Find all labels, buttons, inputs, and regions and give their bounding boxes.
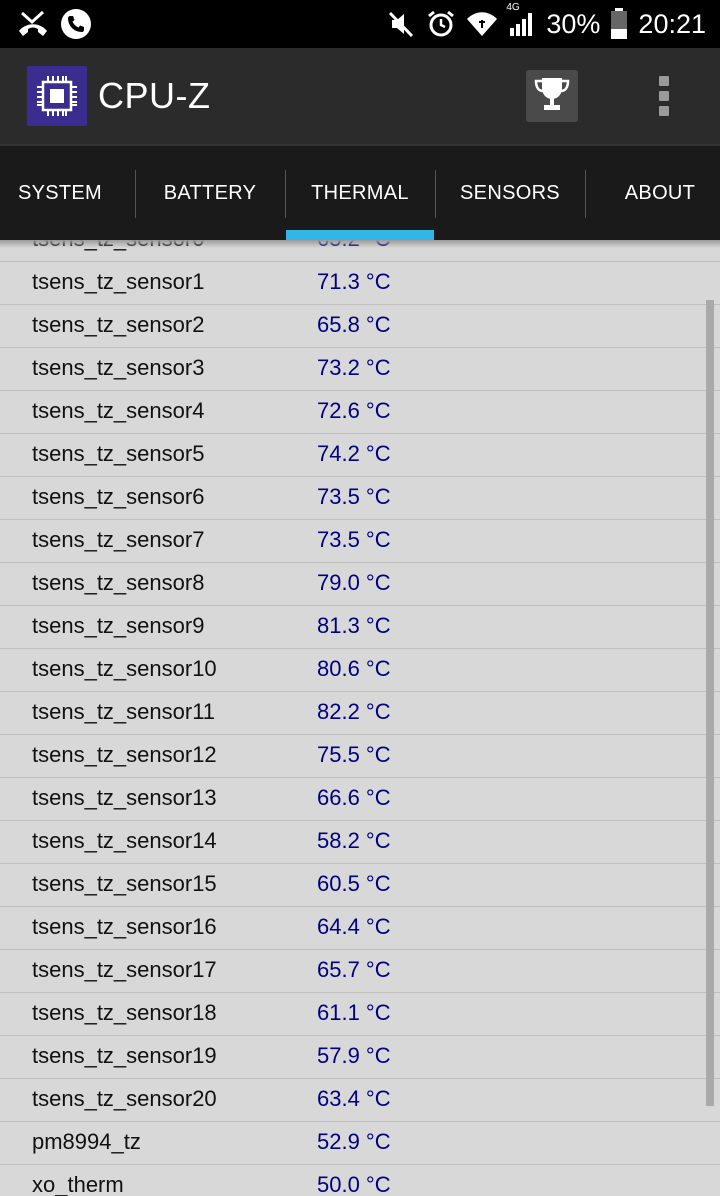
sensor-row: tsens_tz_sensor10 80.6 °C <box>0 649 720 692</box>
sensor-row: tsens_tz_sensor13 66.6 °C <box>0 778 720 821</box>
sensor-row: xo_therm 50.0 °C <box>0 1165 720 1196</box>
sensor-row: tsens_tz_sensor20 63.4 °C <box>0 1079 720 1122</box>
sensor-temperature: 74.2 °C <box>317 441 391 466</box>
sensor-row: pm8994_tz 52.9 °C <box>0 1122 720 1165</box>
sensor-temperature: 58.2 °C <box>317 828 391 853</box>
sensor-temperature: 64.4 °C <box>317 914 391 939</box>
thermal-sensor-list[interactable]: tsens_tz_sensor065.2 °Ctsens_tz_sensor17… <box>0 240 720 1196</box>
tab-bar: SYSTEM BATTERY THERMAL SENSORS ABOUT <box>0 144 720 240</box>
sensor-row: tsens_tz_sensor6 73.5 °C <box>0 477 720 520</box>
sensor-temperature: 72.6 °C <box>317 398 391 423</box>
sensor-name: tsens_tz_sensor6 <box>32 484 205 509</box>
sensor-name: tsens_tz_sensor19 <box>32 1043 217 1068</box>
sensor-row: tsens_tz_sensor1 71.3 °C <box>0 262 720 305</box>
tab-about[interactable]: ABOUT <box>585 146 720 240</box>
sensor-temperature: 61.1 °C <box>317 1000 391 1025</box>
sensor-row: tsens_tz_sensor5 74.2 °C <box>0 434 720 477</box>
phone-icon <box>60 8 92 40</box>
sensor-temperature: 79.0 °C <box>317 570 391 595</box>
sensor-row: tsens_tz_sensor16 64.4 °C <box>0 907 720 950</box>
tab-bar-shadow <box>0 240 720 248</box>
sensor-name: tsens_tz_sensor10 <box>32 656 217 681</box>
trophy-button[interactable] <box>526 70 578 122</box>
battery-icon <box>610 8 628 40</box>
signal-icon: 4G <box>506 2 536 38</box>
sensor-name: tsens_tz_sensor15 <box>32 871 217 896</box>
sensor-temperature: 80.6 °C <box>317 656 391 681</box>
tab-battery[interactable]: BATTERY <box>135 146 285 240</box>
clock: 20:21 <box>638 8 706 39</box>
sensor-name: tsens_tz_sensor2 <box>32 312 205 337</box>
sensor-name: tsens_tz_sensor5 <box>32 441 205 466</box>
sensor-temperature: 73.2 °C <box>317 355 391 380</box>
tab-system[interactable]: SYSTEM <box>0 146 135 240</box>
sensor-name: tsens_tz_sensor11 <box>32 699 216 724</box>
sensor-name: tsens_tz_sensor9 <box>32 613 205 638</box>
sensor-temperature: 75.5 °C <box>317 742 391 767</box>
cpu-chip-icon <box>27 66 87 126</box>
sensor-temperature: 63.4 °C <box>317 1086 391 1111</box>
sensor-name: tsens_tz_sensor3 <box>32 355 205 380</box>
sensor-temperature: 73.5 °C <box>317 527 391 552</box>
sensor-row: tsens_tz_sensor4 72.6 °C <box>0 391 720 434</box>
sensor-row: tsens_tz_sensor12 75.5 °C <box>0 735 720 778</box>
sensor-name: tsens_tz_sensor17 <box>32 957 217 982</box>
sensor-temperature: 66.6 °C <box>317 785 391 810</box>
sensor-row: tsens_tz_sensor18 61.1 °C <box>0 993 720 1036</box>
sensor-name: tsens_tz_sensor14 <box>32 828 217 853</box>
sensor-name: pm8994_tz <box>32 1129 141 1154</box>
sensor-row: tsens_tz_sensor2 65.8 °C <box>0 305 720 348</box>
sensor-temperature: 65.8 °C <box>317 312 391 337</box>
sensor-row: tsens_tz_sensor17 65.7 °C <box>0 950 720 993</box>
status-bar: 4G 30% 20:21 <box>0 0 720 48</box>
tab-sensors[interactable]: SENSORS <box>435 146 585 240</box>
mute-icon <box>386 9 416 39</box>
sensor-name: xo_therm <box>32 1172 124 1196</box>
trophy-icon <box>532 74 572 119</box>
sensor-temperature: 52.9 °C <box>317 1129 391 1154</box>
sensor-row: tsens_tz_sensor14 58.2 °C <box>0 821 720 864</box>
sensor-row: tsens_tz_sensor19 57.9 °C <box>0 1036 720 1079</box>
tab-thermal[interactable]: THERMAL <box>285 146 435 240</box>
sensor-row: tsens_tz_sensor15 60.5 °C <box>0 864 720 907</box>
sensor-row: tsens_tz_sensor11 82.2 °C <box>0 692 720 735</box>
sensor-row: tsens_tz_sensor7 73.5 °C <box>0 520 720 563</box>
scrollbar[interactable] <box>706 300 714 1106</box>
sensor-name: tsens_tz_sensor18 <box>32 1000 217 1025</box>
sensor-temperature: 60.5 °C <box>317 871 391 896</box>
battery-percent: 30% <box>546 8 601 39</box>
network-badge: 4G <box>506 2 520 13</box>
sensor-name: tsens_tz_sensor20 <box>32 1086 217 1111</box>
alarm-icon <box>426 9 456 39</box>
sensor-temperature: 65.7 °C <box>317 957 391 982</box>
sensor-name: tsens_tz_sensor16 <box>32 914 217 939</box>
app-bar: CPU-Z <box>0 48 720 144</box>
active-tab-indicator <box>286 230 434 240</box>
sensor-name: tsens_tz_sensor4 <box>32 398 205 423</box>
wifi-icon <box>466 10 498 38</box>
sensor-temperature: 50.0 °C <box>317 1172 391 1196</box>
sensor-row: tsens_tz_sensor3 73.2 °C <box>0 348 720 391</box>
sensor-temperature: 57.9 °C <box>317 1043 391 1068</box>
overflow-menu-icon[interactable] <box>644 72 684 120</box>
sensor-name: tsens_tz_sensor7 <box>32 527 205 552</box>
sensor-row: tsens_tz_sensor8 79.0 °C <box>0 563 720 606</box>
sensor-name: tsens_tz_sensor13 <box>32 785 217 810</box>
sensor-temperature: 73.5 °C <box>317 484 391 509</box>
sensor-name: tsens_tz_sensor1 <box>32 269 205 294</box>
sensor-temperature: 82.2 °C <box>317 699 391 724</box>
app-title: CPU-Z <box>98 75 211 116</box>
missed-call-icon <box>16 9 50 39</box>
sensor-name: tsens_tz_sensor8 <box>32 570 205 595</box>
sensor-temperature: 71.3 °C <box>317 269 391 294</box>
sensor-name: tsens_tz_sensor12 <box>32 742 217 767</box>
sensor-row: tsens_tz_sensor9 81.3 °C <box>0 606 720 649</box>
sensor-temperature: 81.3 °C <box>317 613 391 638</box>
